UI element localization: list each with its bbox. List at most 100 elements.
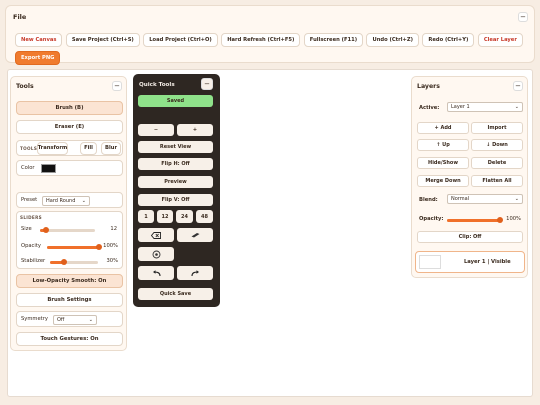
opacity-slider[interactable] — [47, 244, 102, 250]
sliders-box: SLIDERS Size 12 Opacity 100% Stabilizer … — [16, 211, 123, 269]
layers-collapse-button[interactable]: − — [513, 81, 523, 91]
undo-quick-button[interactable] — [138, 266, 174, 280]
merge-down-button[interactable]: Merge Down — [417, 175, 469, 187]
opacity-slider-thumb[interactable] — [96, 244, 102, 250]
brush-size-1-button[interactable]: 1 — [138, 210, 154, 223]
quick-tools-panel[interactable]: Quick Tools − Saved − + Reset View Flip … — [133, 74, 220, 307]
size-label: Size — [21, 226, 32, 232]
chevron-down-icon: ⌄ — [88, 316, 93, 323]
eraser-tool-button[interactable]: Eraser (E) — [16, 120, 123, 134]
file-collapse-button[interactable]: − — [518, 12, 528, 22]
size-slider-thumb[interactable] — [42, 227, 49, 233]
flip-v-button[interactable]: Flip V: Off — [138, 194, 213, 206]
symmetry-select[interactable]: Off ⌄ — [53, 314, 97, 325]
flatten-all-button[interactable]: Flatten All — [471, 175, 523, 187]
stabilizer-slider-thumb[interactable] — [61, 259, 68, 265]
layer-down-button[interactable]: ↓ Down — [471, 139, 523, 151]
quick-tools-title: Quick Tools — [139, 82, 175, 88]
zoom-out-button[interactable]: − — [138, 124, 174, 136]
active-layer-label: Active: — [419, 105, 440, 111]
file-panel: File − New Canvas Save Project (Ctrl+S) … — [5, 5, 535, 65]
color-label: Color — [21, 165, 35, 171]
layer-opacity-slider-thumb[interactable] — [497, 217, 503, 223]
tools-label: TOOLS — [20, 146, 38, 151]
file-panel-title: File — [13, 13, 27, 21]
quick-save-button[interactable]: Quick Save — [138, 288, 213, 300]
layers-panel: Layers − Active: Layer 1 ⌄ + Add Import … — [411, 76, 528, 278]
brush-size-48-button[interactable]: 48 — [196, 210, 213, 223]
undo-arrow-icon — [152, 269, 161, 276]
clear-layer-button[interactable]: Clear Layer — [477, 33, 523, 47]
fill-button[interactable]: Fill — [80, 141, 97, 155]
symmetry-row: Symmetry Off ⌄ — [16, 311, 123, 327]
redo-button[interactable]: Redo (Ctrl+Y) — [422, 33, 475, 47]
layer-opacity-value: 100% — [506, 216, 521, 222]
sliders-label: SLIDERS — [20, 215, 42, 220]
layer-item-label: Layer 1 | Visible — [464, 259, 511, 265]
target-icon — [152, 250, 160, 258]
file-button-row: New Canvas Save Project (Ctrl+S) Load Pr… — [15, 33, 523, 47]
color-row: Color — [16, 160, 123, 176]
redo-arrow-icon — [190, 269, 199, 276]
layer-up-button[interactable]: ↑ Up — [417, 139, 469, 151]
layer-opacity-label: Opacity: — [419, 216, 444, 222]
brush-quick-button[interactable] — [177, 228, 213, 242]
opacity-label: Opacity — [21, 243, 41, 249]
eraser-icon — [151, 231, 161, 239]
blend-mode-select[interactable]: Normal ⌄ — [447, 194, 523, 204]
eyedropper-quick-button[interactable] — [138, 247, 174, 261]
import-layer-button[interactable]: Import — [471, 122, 523, 134]
blend-label: Blend: — [419, 197, 438, 203]
chevron-down-icon: ⌄ — [81, 197, 86, 204]
preset-row: Preset Hard Round ⌄ — [16, 192, 123, 208]
preview-button[interactable]: Preview — [138, 176, 213, 188]
export-png-button[interactable]: Export PNG — [15, 51, 61, 65]
layer-thumbnail — [419, 255, 441, 269]
active-layer-select[interactable]: Layer 1 ⌄ — [447, 102, 523, 112]
add-layer-button[interactable]: + Add — [417, 122, 469, 134]
symmetry-select-value: Off — [57, 316, 65, 323]
layer-list-item[interactable]: Layer 1 | Visible — [415, 251, 525, 273]
layers-panel-title: Layers — [417, 83, 440, 90]
transform-button[interactable]: Transform — [37, 141, 68, 155]
low-opacity-smooth-toggle[interactable]: Low-Opacity Smooth: On — [16, 274, 123, 288]
size-value: 12 — [110, 226, 117, 232]
chevron-down-icon: ⌄ — [514, 196, 519, 202]
brush-icon — [191, 233, 199, 238]
layer-opacity-slider[interactable] — [447, 217, 503, 223]
preset-select-value: Hard Round — [46, 197, 76, 204]
clip-toggle-button[interactable]: Clip: Off — [417, 231, 523, 243]
fullscreen-button[interactable]: Fullscreen (F11) — [303, 33, 364, 47]
reset-view-button[interactable]: Reset View — [138, 141, 213, 153]
load-project-button[interactable]: Load Project (Ctrl+O) — [143, 33, 218, 47]
active-layer-value: Layer 1 — [451, 104, 470, 110]
opacity-slider-fill — [47, 245, 99, 249]
save-project-button[interactable]: Save Project (Ctrl+S) — [65, 33, 140, 47]
hard-refresh-button[interactable]: Hard Refresh (Ctrl+F5) — [221, 33, 301, 47]
brush-size-12-button[interactable]: 12 — [157, 210, 173, 223]
brush-tool-button[interactable]: Brush (B) — [16, 101, 123, 115]
delete-layer-button[interactable]: Delete — [471, 157, 523, 169]
symmetry-label: Symmetry — [21, 316, 48, 322]
preset-select[interactable]: Hard Round ⌄ — [42, 195, 90, 206]
brush-size-24-button[interactable]: 24 — [176, 210, 193, 223]
hide-show-layer-button[interactable]: Hide/Show — [417, 157, 469, 169]
brush-settings-button[interactable]: Brush Settings — [16, 293, 123, 307]
redo-quick-button[interactable] — [177, 266, 213, 280]
tools-collapse-button[interactable]: − — [112, 81, 122, 91]
new-canvas-button[interactable]: New Canvas — [15, 33, 63, 47]
stabilizer-label: Stabilizer — [21, 258, 46, 264]
stabilizer-slider[interactable] — [50, 259, 98, 265]
eraser-quick-button[interactable] — [138, 228, 174, 242]
size-slider[interactable] — [40, 227, 95, 233]
quick-collapse-button[interactable]: − — [201, 78, 213, 90]
saved-status: Saved — [138, 95, 213, 107]
undo-button[interactable]: Undo (Ctrl+Z) — [366, 33, 419, 47]
tools-panel: Tools − Brush (B) Eraser (E) TOOLS Trans… — [10, 76, 127, 351]
zoom-in-button[interactable]: + — [177, 124, 213, 136]
touch-gestures-toggle[interactable]: Touch Gestures: On — [16, 332, 123, 346]
layer-opacity-slider-fill — [447, 218, 500, 222]
flip-h-button[interactable]: Flip H: Off — [138, 158, 213, 170]
color-swatch[interactable] — [41, 164, 56, 173]
blur-button[interactable]: Blur — [101, 141, 121, 155]
